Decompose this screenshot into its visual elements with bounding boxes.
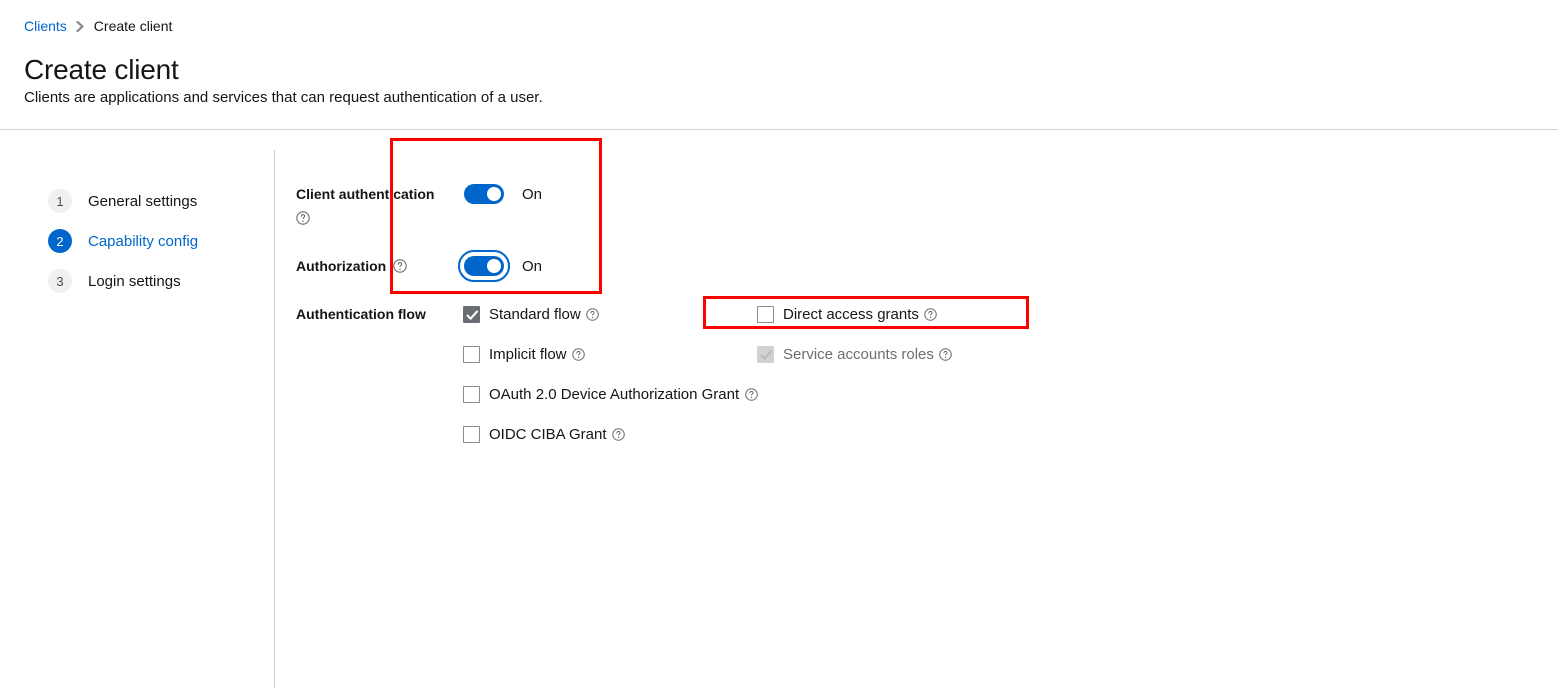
toggle-authorization[interactable] — [458, 250, 510, 282]
sidebar-item-login-settings[interactable]: 3 Login settings — [0, 261, 274, 301]
help-circle-icon[interactable] — [612, 427, 626, 441]
field-authorization-switch: On — [458, 250, 543, 282]
checkbox-implicit-flow[interactable] — [463, 345, 480, 363]
capability-config-form: Client authentication On Authorization O… — [274, 131, 1558, 688]
breadcrumb-link-clients[interactable]: Clients — [24, 17, 67, 35]
checkbox-oauth-device-authorization-grant[interactable] — [463, 385, 480, 403]
page-header: Clients Create client Create client Clie… — [0, 0, 1558, 130]
authentication-flow-right-column: Direct access grants Service accounts ro… — [757, 303, 953, 365]
wizard-body: 1 General settings 2 Capability config 3… — [0, 131, 1558, 688]
checkbox-row-standard-flow[interactable]: Standard flow — [463, 303, 758, 325]
checkbox-service-accounts-roles — [757, 345, 774, 363]
step-label-general-settings: General settings — [88, 192, 198, 210]
help-circle-icon[interactable] — [924, 307, 938, 321]
checkbox-row-oauth-device-authorization-grant[interactable]: OAuth 2.0 Device Authorization Grant — [463, 383, 758, 405]
checkbox-row-direct-access-grants[interactable]: Direct access grants — [757, 303, 953, 325]
toggle-knob — [487, 187, 501, 201]
checkbox-label-service-accounts-roles: Service accounts roles — [783, 345, 934, 363]
toggle-client-authentication-state: On — [522, 185, 543, 203]
checkbox-direct-access-grants[interactable] — [757, 305, 774, 323]
step-label-login-settings: Login settings — [88, 272, 181, 290]
step-number-2: 2 — [48, 229, 72, 253]
sidebar-item-general-settings[interactable]: 1 General settings — [0, 181, 274, 221]
field-authorization-label-group: Authorization — [296, 257, 407, 275]
checkbox-row-oidc-ciba-grant[interactable]: OIDC CIBA Grant — [463, 423, 758, 445]
checkbox-row-implicit-flow[interactable]: Implicit flow — [463, 343, 758, 365]
authentication-flow-left-column: Standard flow Implicit flow OAuth 2.0 De… — [463, 303, 758, 445]
help-circle-icon[interactable] — [744, 387, 758, 401]
step-label-capability-config: Capability config — [88, 232, 199, 250]
sidebar-item-capability-config[interactable]: 2 Capability config — [0, 221, 274, 261]
wizard-step-nav: 1 General settings 2 Capability config 3… — [0, 131, 274, 688]
field-client-authentication-switch: On — [464, 184, 542, 204]
checkbox-label-oidc-ciba-grant: OIDC CIBA Grant — [489, 425, 607, 443]
page-title: Create client — [24, 54, 179, 85]
checkbox-standard-flow[interactable] — [463, 305, 480, 323]
help-circle-icon[interactable] — [939, 347, 953, 361]
chevron-right-icon — [76, 20, 85, 32]
step-number-1: 1 — [48, 189, 72, 213]
checkbox-oidc-ciba-grant[interactable] — [463, 425, 480, 443]
label-authentication-flow: Authentication flow — [296, 306, 426, 322]
step-number-3: 3 — [48, 269, 72, 293]
help-circle-icon[interactable] — [296, 211, 310, 225]
toggle-knob — [487, 259, 501, 273]
help-circle-icon[interactable] — [572, 347, 586, 361]
field-authentication-flow-label-group: Authentication flow — [296, 305, 426, 323]
checkbox-label-standard-flow: Standard flow — [489, 305, 581, 323]
toggle-client-authentication[interactable] — [464, 184, 504, 204]
checkbox-label-direct-access-grants: Direct access grants — [783, 305, 919, 323]
page-subtitle: Clients are applications and services th… — [24, 89, 543, 106]
label-client-authentication: Client authentication — [296, 186, 435, 202]
breadcrumb-current-create-client: Create client — [93, 18, 173, 34]
checkbox-label-oauth-device-authorization-grant: OAuth 2.0 Device Authorization Grant — [489, 385, 740, 403]
breadcrumb: Clients Create client — [24, 17, 172, 35]
checkbox-label-implicit-flow: Implicit flow — [489, 345, 567, 363]
checkbox-row-service-accounts-roles: Service accounts roles — [757, 343, 953, 365]
help-circle-icon[interactable] — [393, 259, 407, 273]
toggle-authorization-state: On — [522, 257, 543, 275]
label-authorization: Authorization — [296, 258, 387, 274]
help-circle-icon[interactable] — [586, 307, 600, 321]
